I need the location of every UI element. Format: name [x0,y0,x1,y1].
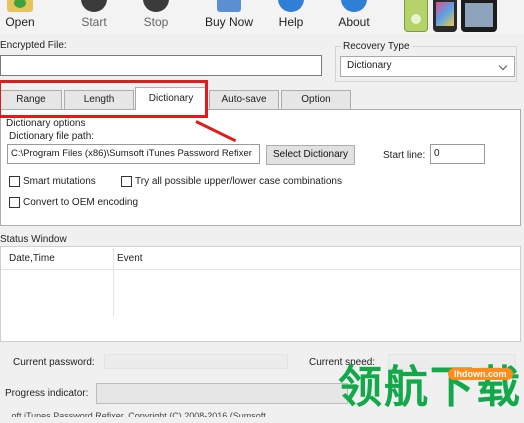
column-header-event[interactable]: Event [117,253,143,264]
case-combinations-checkbox[interactable] [121,176,132,187]
smart-mutations-label: Smart mutations [23,176,96,187]
help-label: Help [278,15,304,29]
smart-mutations-checkbox[interactable] [9,176,20,187]
recovery-type-value: Dictionary [347,60,392,71]
help-icon [278,0,304,12]
dictionary-path-value: C:\Program Files (x86)\Sumsoft iTunes Pa… [11,148,252,159]
about-label: About [338,15,370,29]
ipod-icon [404,0,428,32]
info-icon [341,0,367,12]
encrypted-file-field[interactable] [0,55,322,76]
stop-button[interactable]: Stop [136,0,176,32]
buy-now-button[interactable]: Buy Now [199,0,259,32]
open-button[interactable]: Open [0,0,40,32]
current-password-value [104,354,288,369]
help-button[interactable]: Help [271,0,311,32]
case-combinations-label: Try all possible upper/lower case combin… [135,176,342,187]
toolbar: Open Start Stop Buy Now Help About [0,0,524,34]
progress-bar [96,383,348,404]
buy-now-label: Buy Now [204,15,254,29]
tab-option-label: Option [301,94,331,105]
column-header-datetime[interactable]: Date,Time [9,253,55,264]
recovery-type-select[interactable]: Dictionary [340,56,515,77]
select-dictionary-button[interactable]: Select Dictionary [266,145,355,165]
shopping-cart-icon [217,0,241,12]
progress-indicator-label: Progress indicator: [5,388,89,399]
recovery-type-label: Recovery Type [341,41,412,52]
about-button[interactable]: About [334,0,374,32]
stop-icon [143,0,169,12]
start-line-label: Start line: [383,150,426,161]
ipad-icon [461,0,497,32]
oem-encoding-label: Convert to OEM encoding [23,197,139,208]
current-password-label: Current password: [13,357,95,368]
dictionary-options-label: Dictionary options [6,118,86,129]
open-label: Open [5,15,35,29]
status-window-label: Status Window [0,234,67,245]
start-line-field[interactable]: 0 [430,144,485,164]
start-label: Start [81,15,107,29]
iphone-icon [433,0,457,32]
status-table-header [1,248,520,270]
tab-auto-save[interactable]: Auto-save [209,90,279,109]
dictionary-path-label: Dictionary file path: [9,131,95,142]
watermark-badge: lhdown.com [448,368,513,380]
select-dictionary-label: Select Dictionary [272,149,349,160]
stop-label: Stop [143,15,169,29]
highlight-box [0,80,208,118]
encrypted-file-label: Encrypted File: [0,40,67,51]
tab-auto-save-label: Auto-save [221,94,267,105]
chevron-down-icon [498,61,508,71]
column-divider [113,248,114,316]
play-icon [81,0,107,12]
start-line-value: 0 [434,148,440,159]
dictionary-path-field[interactable]: C:\Program Files (x86)\Sumsoft iTunes Pa… [7,144,260,164]
open-folder-icon [7,0,33,12]
oem-encoding-checkbox[interactable] [9,197,20,208]
start-button[interactable]: Start [74,0,114,32]
tab-option[interactable]: Option [281,90,351,109]
